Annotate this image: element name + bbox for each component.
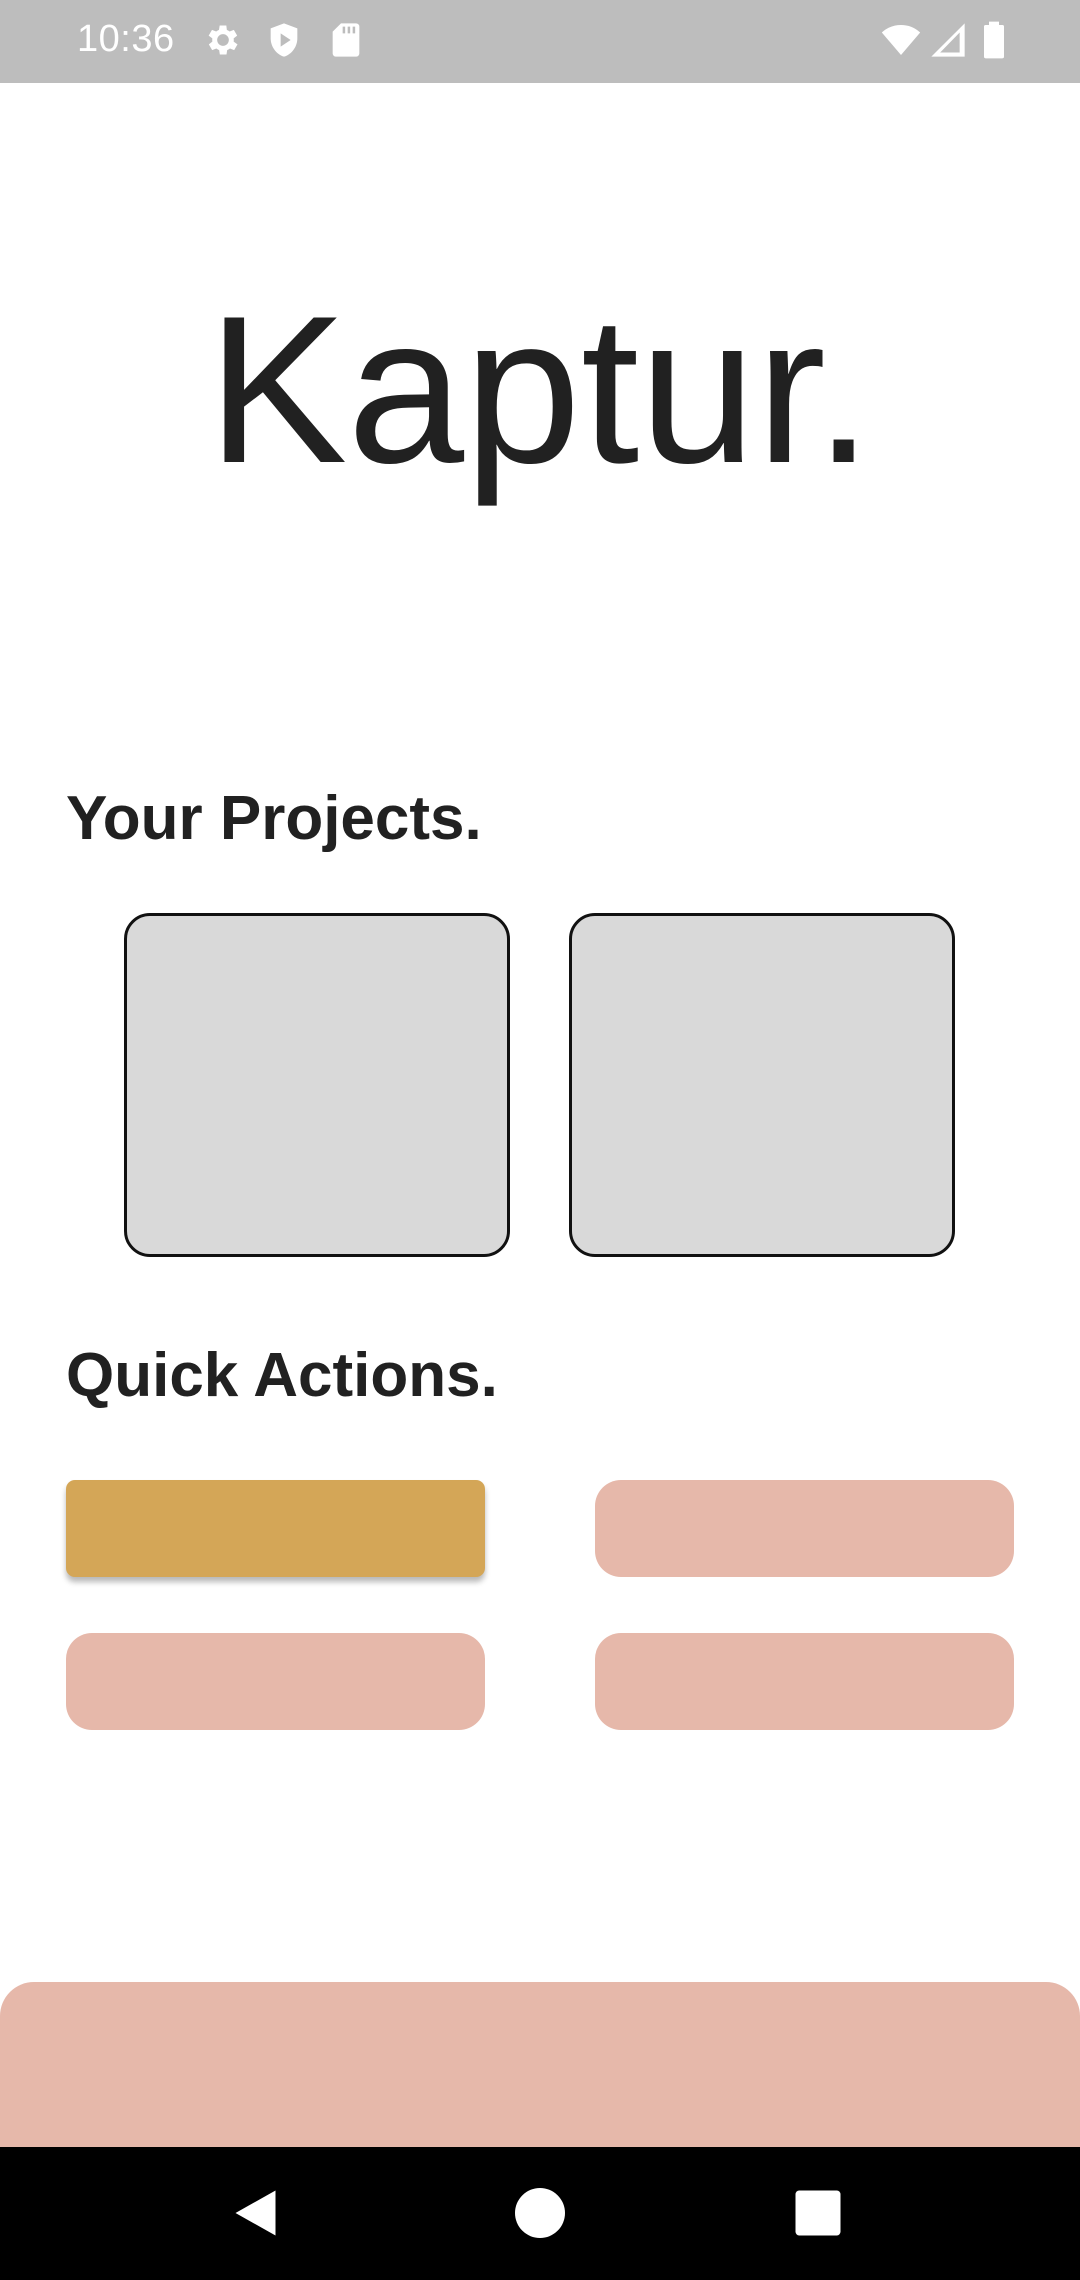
status-bar: 10:36 [0,0,1080,83]
home-icon[interactable] [510,2183,570,2243]
sd-card-icon [326,20,366,60]
project-card[interactable] [124,913,510,1257]
quick-action-button[interactable] [595,1633,1014,1730]
status-time: 10:36 [77,18,175,60]
projects-heading: Your Projects. [66,784,482,853]
quick-action-button-primary[interactable] [66,1480,485,1577]
battery-icon [976,20,1012,60]
bottom-panel[interactable] [0,1982,1080,2152]
quick-action-button[interactable] [66,1633,485,1730]
recents-icon[interactable] [788,2183,848,2243]
shield-play-icon [264,20,304,60]
gear-icon [203,20,243,60]
app-title: Kaptur. [207,272,873,507]
signal-icon [928,20,968,60]
project-card[interactable] [569,913,955,1257]
quick-actions-heading: Quick Actions. [66,1341,498,1410]
back-icon[interactable] [228,2183,288,2243]
navigation-bar [0,2147,1080,2280]
wifi-icon [878,20,924,60]
quick-action-button[interactable] [595,1480,1014,1577]
